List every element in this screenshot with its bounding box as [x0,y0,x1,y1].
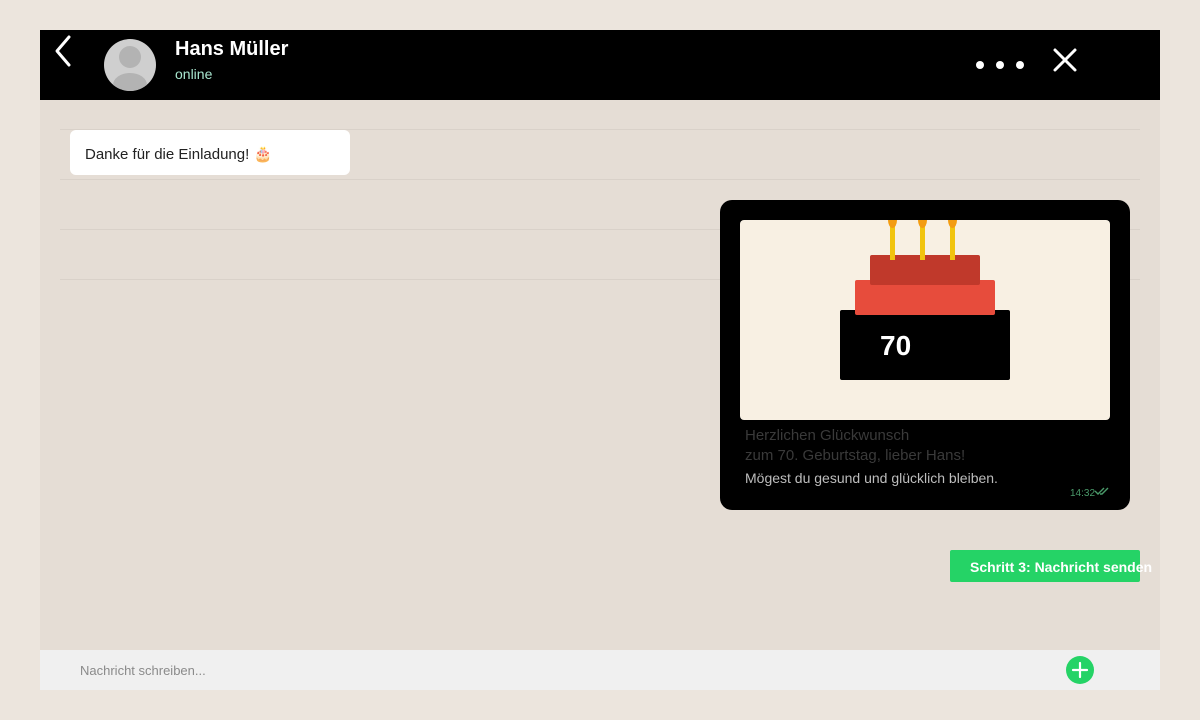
contact-status: online [175,66,213,82]
incoming-message-text: Danke für die Einladung! 🎂 [85,146,273,163]
outgoing-message: 70 Herzlichen Glückwunsch zum 70. Geburt… [720,200,1130,510]
birthday-card-image: 70 [740,220,1110,420]
chevron-left-icon [55,35,71,67]
message-input[interactable] [70,658,990,682]
back-button[interactable] [50,32,80,72]
chat-window: Hans Müller online Danke für die Einladu… [40,30,1160,690]
more-dots-icon [996,61,1004,69]
send-step-button[interactable]: Schritt 3: Nachricht senden [950,550,1152,582]
compose-bar [40,650,1160,690]
divider [60,179,1140,180]
more-dots-icon [976,61,984,69]
plus-icon [1071,661,1089,679]
message-line: zum 70. Geburtstag, lieber Hans! [745,447,966,464]
add-button[interactable] [1066,656,1094,684]
double-check-icon [1094,487,1109,495]
send-step-label: Schritt 3: Nachricht senden [970,559,1153,575]
avatar[interactable] [104,39,156,91]
close-button[interactable] [1050,45,1080,75]
more-options-button[interactable] [970,55,1030,75]
more-dots-icon [1016,61,1024,69]
chat-header: Hans Müller online [40,30,1160,100]
message-line: Mögest du gesund und glücklich bleiben. [745,470,998,486]
message-line: Herzlichen Glückwunsch [745,427,910,444]
message-timestamp: 14:32 [1070,488,1096,499]
cake-number: 70 [880,330,911,361]
contact-name: Hans Müller [175,38,289,60]
birthday-cake-icon: 70 [840,220,1010,380]
incoming-message: Danke für die Einladung! 🎂 [70,130,350,175]
close-icon [1053,48,1077,72]
user-silhouette-icon [113,46,147,91]
